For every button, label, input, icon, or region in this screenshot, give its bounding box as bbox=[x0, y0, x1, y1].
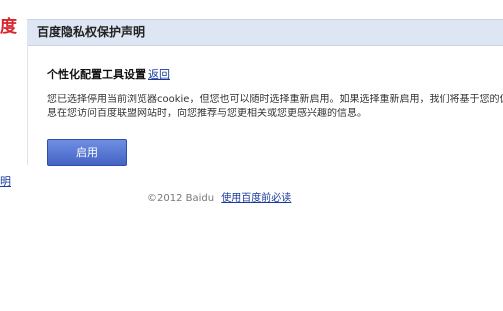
baidu-logo-fragment: 度 bbox=[0, 17, 17, 37]
back-link[interactable]: 返回 bbox=[148, 68, 170, 81]
footer-copyright: ©2012 Baidu bbox=[147, 193, 215, 204]
footer-terms-link[interactable]: 使用百度前必读 bbox=[221, 193, 291, 204]
header-bar: 百度隐私权保护声明 bbox=[27, 19, 503, 46]
sidebar-divider bbox=[27, 45, 28, 165]
sidebar-link[interactable]: 明 bbox=[0, 175, 11, 188]
description-line-2: 息在您访问百度联盟网站时，向您推荐与您更相关或您更感兴趣的信息。 bbox=[47, 108, 367, 119]
description-line-1: 您已选择停用当前浏览器cookie，但您也可以随时选择重新启用。如果选择重新启用… bbox=[47, 94, 503, 105]
footer: ©2012 Baidu 使用百度前必读 bbox=[147, 193, 291, 205]
section-title: 个性化配置工具设置 bbox=[47, 68, 146, 81]
enable-button[interactable]: 启用 bbox=[47, 139, 127, 166]
page-title: 百度隐私权保护声明 bbox=[37, 25, 146, 39]
